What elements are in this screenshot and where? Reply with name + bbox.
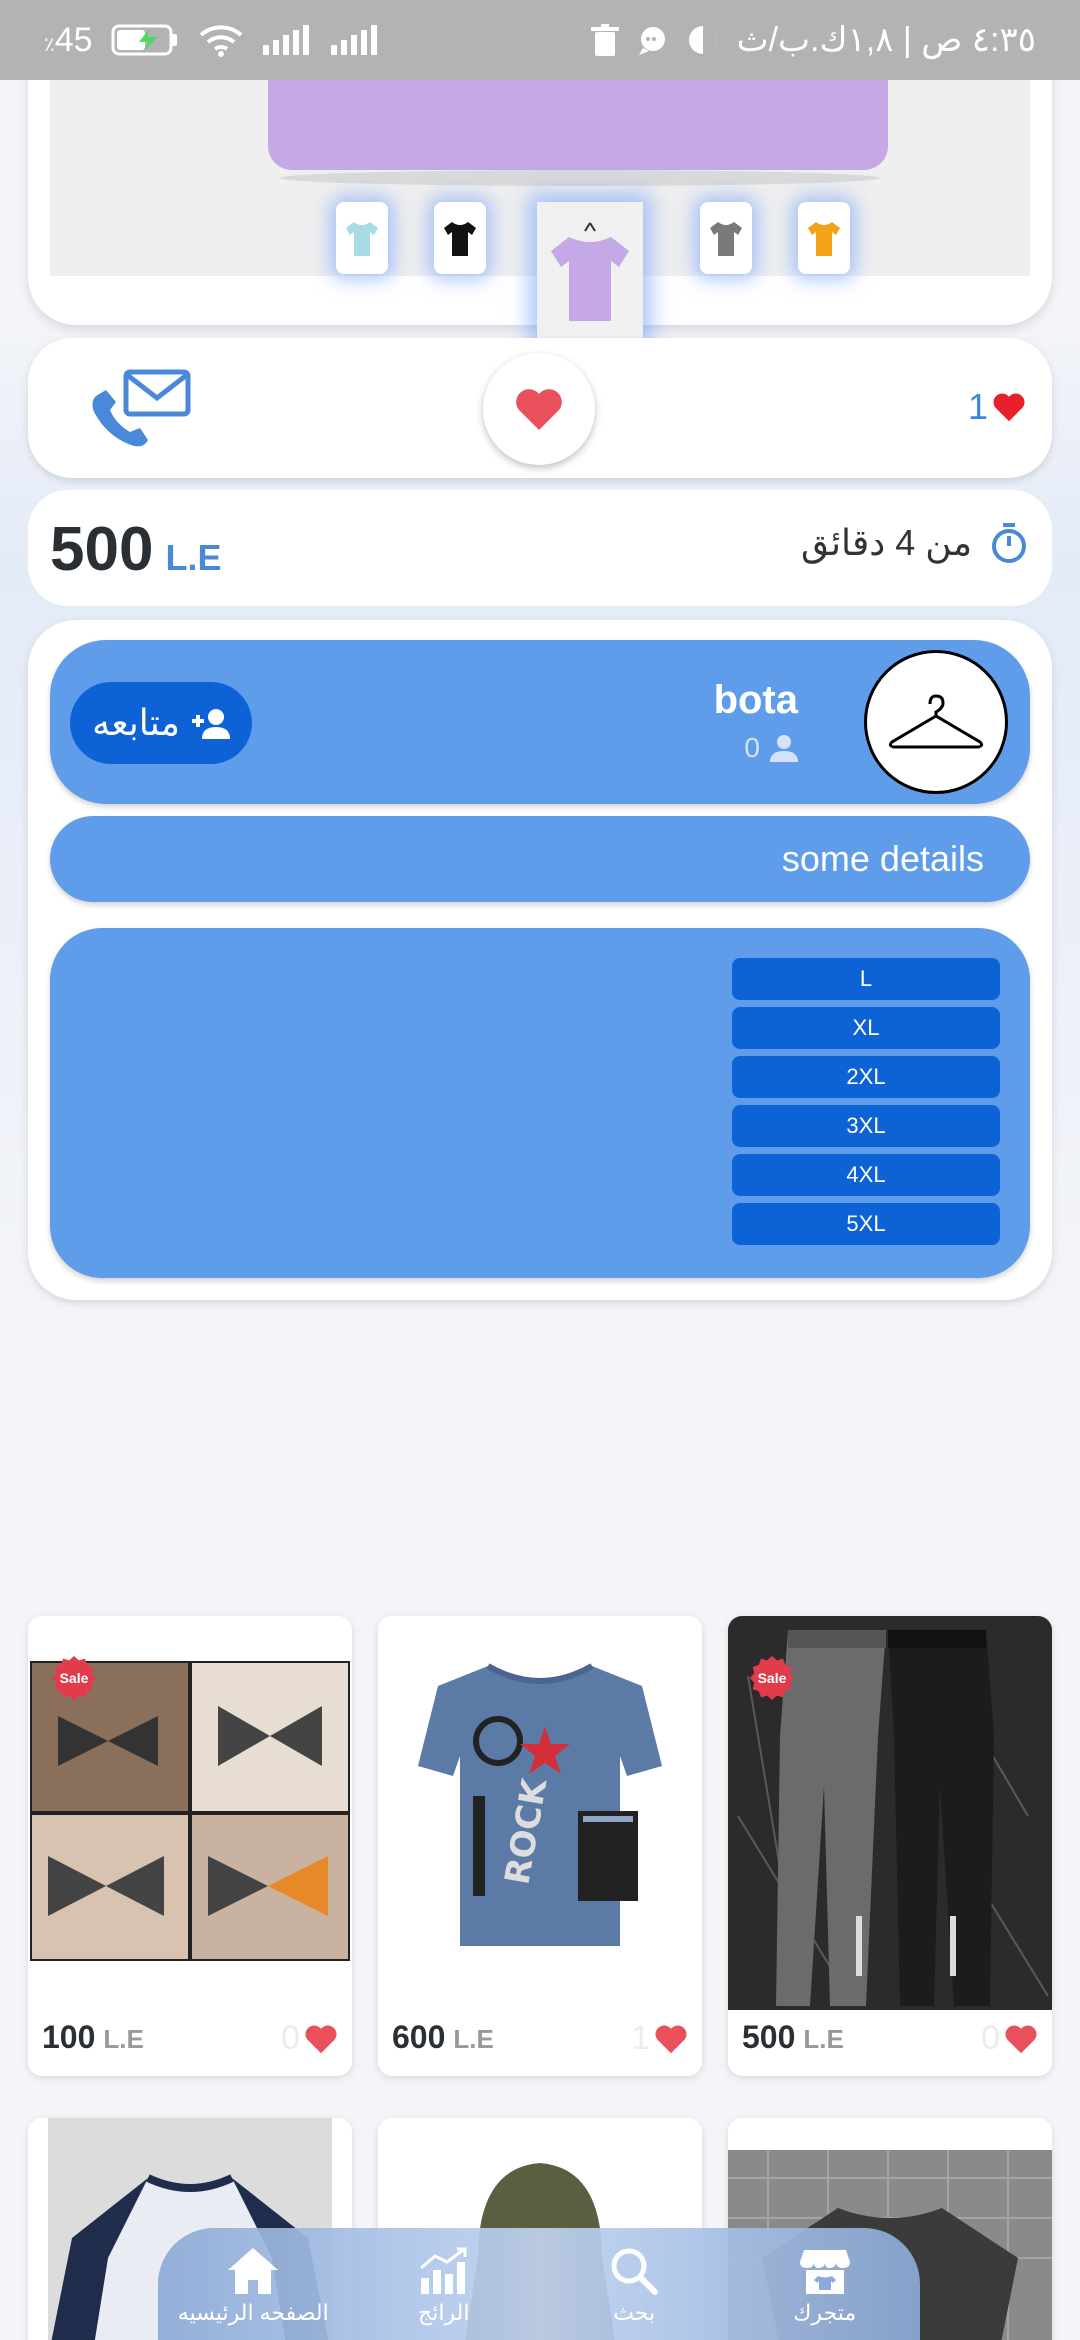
posted-time-text: من 4 دقائق bbox=[801, 522, 972, 563]
product-price-currency: L.E bbox=[103, 2024, 144, 2054]
thumbnail-gray-shirt[interactable] bbox=[700, 202, 752, 274]
product-like-count: 0 bbox=[281, 2019, 300, 2057]
home-icon bbox=[228, 2248, 279, 2294]
size-option-3xl[interactable]: 3XL bbox=[732, 1105, 1000, 1147]
product-price: 100 L.E bbox=[42, 2019, 144, 2056]
add-user-icon bbox=[191, 709, 230, 739]
product-actions-card: 1 bbox=[28, 338, 1052, 478]
thumbnail-black-shirt[interactable] bbox=[434, 202, 486, 274]
heart-icon bbox=[1005, 2025, 1037, 2053]
nav-home-label: الصفحه الرئيسيه bbox=[177, 2300, 329, 2325]
small-heart-icon bbox=[993, 393, 1025, 422]
nav-store-label: متجرك bbox=[793, 2300, 857, 2325]
price-card: 500 L.E من 4 دقائق bbox=[28, 490, 1052, 606]
status-right: ٤:٣٥ ص | ١,٨ك.ب/ث bbox=[590, 20, 1036, 60]
followers-value: 0 bbox=[744, 732, 760, 763]
shirt-shadow bbox=[280, 170, 880, 186]
status-bar: ٪45 ٤:٣٥ ص | ١,٨ك.ب/ث bbox=[0, 0, 1080, 80]
wifi-icon bbox=[199, 23, 243, 57]
product-likes[interactable]: 0 bbox=[281, 2019, 338, 2058]
bottom-navigation: الصفحه الرئيسيه الرائج بحث متجرك bbox=[158, 2228, 920, 2340]
heart-icon bbox=[516, 389, 562, 430]
product-price-amount: 500 bbox=[742, 2019, 796, 2055]
thumbnail-lilac-shirt-selected[interactable] bbox=[537, 202, 643, 342]
signal-icon-1 bbox=[261, 25, 311, 55]
product-price-currency: L.E bbox=[803, 2024, 844, 2054]
hanger-icon bbox=[888, 694, 984, 749]
favorite-button[interactable] bbox=[483, 353, 595, 465]
search-icon bbox=[611, 2248, 659, 2295]
status-left: ٪45 bbox=[44, 21, 379, 60]
seller-avatar[interactable] bbox=[864, 650, 1008, 794]
size-option-5xl[interactable]: 5XL bbox=[732, 1203, 1000, 1245]
product-details: some details bbox=[50, 816, 1030, 902]
product-like-count: 0 bbox=[981, 2019, 1000, 2057]
like-counter: 1 bbox=[968, 386, 1026, 428]
product-card-joggers[interactable]: Sale 500 L.E 0 bbox=[728, 1616, 1052, 2076]
battery-charging-icon bbox=[111, 23, 181, 57]
timer-icon bbox=[992, 523, 1026, 563]
size-option-l[interactable]: L bbox=[732, 958, 1000, 1000]
product-price-amount: 600 bbox=[392, 2019, 446, 2055]
nav-search[interactable]: بحث bbox=[544, 2246, 724, 2326]
product-image-card bbox=[28, 40, 1052, 342]
trash-notification-icon bbox=[590, 24, 619, 56]
heart-icon bbox=[305, 2025, 337, 2053]
product-card-bow-tie[interactable]: Sale 100 L.E 0 bbox=[28, 1616, 352, 2076]
product-price: 500 L.E bbox=[50, 514, 221, 585]
product-likes[interactable]: 0 bbox=[981, 2019, 1038, 2058]
product-likes[interactable]: 1 bbox=[631, 2019, 688, 2058]
nav-store[interactable]: متجرك bbox=[735, 2246, 915, 2326]
price-currency: L.E bbox=[165, 537, 222, 578]
nav-trending[interactable]: الرائج bbox=[354, 2246, 534, 2326]
product-price: 600 L.E bbox=[392, 2019, 494, 2056]
seller-header: متابعه bota 0 bbox=[50, 640, 1030, 804]
heart-icon bbox=[655, 2025, 687, 2053]
price-amount: 500 bbox=[50, 515, 154, 584]
posted-time: من 4 دقائق bbox=[801, 522, 1028, 564]
sizes-panel: L XL 2XL 3XL 4XL 5XL bbox=[50, 928, 1030, 1278]
product-card-blue-tshirt[interactable]: ROCK 600 L.E 1 bbox=[378, 1616, 702, 2076]
store-icon bbox=[799, 2250, 850, 2294]
size-option-xl[interactable]: XL bbox=[732, 1007, 1000, 1049]
thumbnail-orange-shirt[interactable] bbox=[798, 202, 850, 274]
signal-icon-2 bbox=[329, 25, 379, 55]
lilac-shirt-image bbox=[268, 80, 888, 170]
nav-trending-label: الرائج bbox=[418, 2300, 470, 2325]
like-count-value: 1 bbox=[967, 386, 988, 427]
product-image-blue-tshirt: ROCK bbox=[378, 1616, 702, 2010]
nav-home[interactable]: الصفحه الرئيسيه bbox=[163, 2246, 343, 2326]
followers-count: 0 bbox=[744, 732, 798, 764]
product-price-amount: 100 bbox=[42, 2019, 96, 2055]
phone-mail-icon bbox=[92, 369, 191, 447]
chat-notification-icon bbox=[637, 24, 669, 56]
product-price-currency: L.E bbox=[453, 2024, 494, 2054]
status-time: ٤:٣٥ ص | ١,٨ك.ب/ث bbox=[736, 21, 1036, 59]
size-option-2xl[interactable]: 2XL bbox=[732, 1056, 1000, 1098]
trending-chart-icon bbox=[419, 2247, 467, 2294]
product-price: 500 L.E bbox=[742, 2019, 844, 2056]
follow-label: متابعه bbox=[92, 702, 180, 743]
app-notification-icon bbox=[687, 24, 719, 56]
battery-level: ٪45 bbox=[44, 20, 93, 59]
follow-button[interactable]: متابعه bbox=[70, 682, 252, 764]
product-like-count: 1 bbox=[631, 2019, 650, 2057]
thumbnail-light-blue-shirt[interactable] bbox=[336, 202, 388, 274]
contact-seller-button[interactable] bbox=[86, 368, 196, 448]
seller-panel: متابعه bota 0 some details L XL 2XL 3XL … bbox=[28, 620, 1052, 1300]
nav-search-label: بحث bbox=[613, 2300, 656, 2325]
seller-name[interactable]: bota bbox=[714, 678, 798, 723]
person-icon bbox=[770, 735, 798, 762]
size-option-4xl[interactable]: 4XL bbox=[732, 1154, 1000, 1196]
